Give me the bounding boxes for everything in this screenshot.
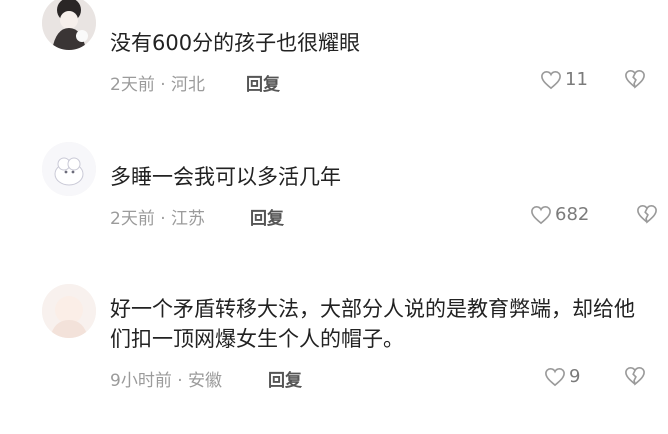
heart-outline-icon (545, 367, 565, 386)
comment-item: 没有600分的孩子也很耀眼 2天前 · 河北 回复 11 (0, 0, 668, 120)
like-button[interactable]: 11 (540, 69, 588, 90)
like-count: 9 (569, 366, 581, 387)
like-button[interactable]: 682 (530, 204, 589, 225)
avatar[interactable] (42, 142, 96, 196)
heart-outline-icon (531, 205, 551, 224)
reply-button[interactable]: 回复 (268, 366, 302, 391)
comment-meta: 2天前 · 江苏 (110, 209, 206, 229)
broken-heart-icon (625, 366, 645, 386)
comment-text: 多睡一会我可以多活几年 (110, 165, 341, 189)
dislike-button[interactable] (624, 366, 646, 390)
comment-meta: 9小时前 · 安徽 (110, 371, 223, 391)
reply-button[interactable]: 回复 (250, 204, 284, 229)
comment-text: 没有600分的孩子也很耀眼 (110, 31, 361, 55)
comment-meta: 2天前 · 河北 (110, 75, 206, 95)
comment-item: 好一个矛盾转移大法，大部分人说的是教育弊端，却给他们扣一顶网爆女生个人的帽子。 … (0, 280, 668, 434)
dislike-button[interactable] (624, 69, 646, 93)
reply-button[interactable]: 回复 (246, 70, 280, 95)
avatar[interactable] (42, 0, 96, 50)
comment-text: 好一个矛盾转移大法，大部分人说的是教育弊端，却给他们扣一顶网爆女生个人的帽子。 (110, 297, 635, 351)
like-count: 11 (565, 69, 588, 90)
broken-heart-icon (637, 204, 657, 224)
avatar[interactable] (42, 284, 96, 338)
broken-heart-icon (625, 69, 645, 89)
like-count: 682 (555, 204, 590, 225)
like-button[interactable]: 9 (544, 366, 580, 387)
comment-item: 多睡一会我可以多活几年 2天前 · 江苏 回复 682 (0, 140, 668, 260)
heart-outline-icon (541, 70, 561, 89)
dislike-button[interactable] (636, 204, 658, 228)
